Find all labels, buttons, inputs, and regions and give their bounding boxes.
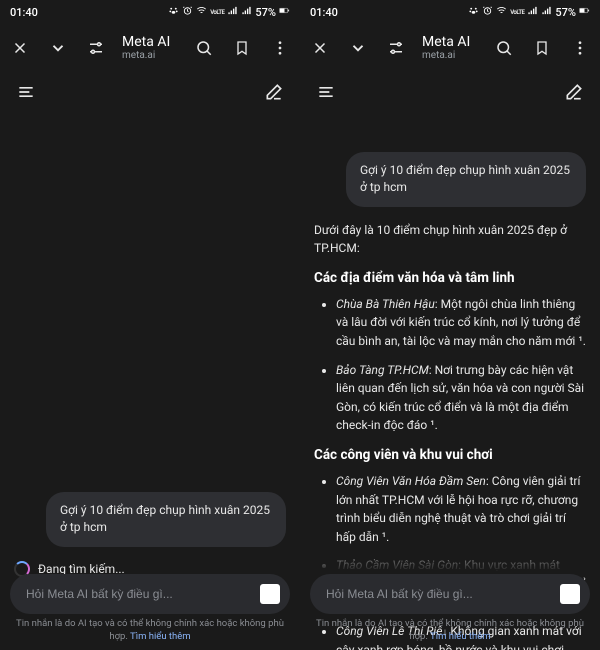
chat-content: Gợi ý 10 điểm đẹp chụp hình xuân 2025 ở …	[0, 112, 300, 650]
app-subtitle: meta.ai	[422, 50, 478, 62]
learn-more-link[interactable]: Tìm hiểu thêm	[130, 631, 191, 642]
chat-input-bar[interactable]	[310, 574, 590, 614]
item-name: Chùa Bà Thiên Hậu	[336, 297, 435, 311]
secondary-bar	[0, 72, 300, 112]
left-screenshot: 01:40 VoLTE 57%	[0, 0, 300, 650]
right-screenshot: 01:40 VoLTE 57% Meta AI meta.ai Gợi ý 10…	[300, 0, 600, 650]
title-block[interactable]: Meta AI meta.ai	[422, 34, 478, 62]
wifi-icon	[496, 5, 507, 19]
battery-icon	[279, 5, 290, 19]
menu-icon[interactable]	[14, 80, 38, 104]
app-subtitle: meta.ai	[122, 50, 178, 62]
alarm-icon	[482, 5, 493, 19]
chat-content[interactable]: Gợi ý 10 điểm đẹp chụp hình xuân 2025 ở …	[300, 112, 600, 650]
paw-icon	[468, 5, 479, 19]
title-block[interactable]: Meta AI meta.ai	[122, 34, 178, 62]
item-name: Công Viên Văn Hóa Đầm Sen	[336, 474, 486, 488]
app-title: Meta AI	[422, 34, 478, 50]
ai-section-heading: Các địa điểm văn hóa và tâm linh	[314, 268, 586, 289]
list-item: Bảo Tàng TP.HCM: Nơi trưng bày các hiện …	[336, 361, 586, 435]
compose-icon[interactable]	[262, 80, 286, 104]
chat-input[interactable]	[26, 587, 260, 601]
secondary-bar	[300, 72, 600, 112]
learn-more-link[interactable]: Tìm hiểu thêm	[430, 631, 491, 642]
more-icon[interactable]	[568, 36, 592, 60]
signal-icon	[527, 5, 538, 19]
ai-intro-text: Dưới đây là 10 điểm chụp hình xuân 2025 …	[314, 221, 586, 258]
status-bar: 01:40 VoLTE 57%	[0, 0, 300, 24]
paw-icon	[168, 5, 179, 19]
stop-button[interactable]	[560, 584, 580, 604]
signal-icon-2	[241, 5, 252, 19]
status-bar: 01:40 VoLTE 57%	[300, 0, 600, 24]
tune-icon[interactable]	[84, 36, 108, 60]
signal-icon	[227, 5, 238, 19]
chevron-down-icon[interactable]	[346, 36, 370, 60]
user-message-bubble[interactable]: Gợi ý 10 điểm đẹp chụp hình xuân 2025 ở …	[346, 152, 586, 207]
list-item: Chùa Bà Thiên Hậu: Một ngôi chùa linh th…	[336, 295, 586, 351]
ai-section-heading: Các công viên và khu vui chơi	[314, 445, 586, 466]
list-item: Công Viên Văn Hóa Đầm Sen: Công viên giả…	[336, 472, 586, 546]
app-bar: Meta AI meta.ai	[300, 24, 600, 72]
bookmark-icon[interactable]	[530, 36, 554, 60]
chat-input[interactable]	[326, 587, 560, 601]
compose-icon[interactable]	[562, 80, 586, 104]
item-name: Thảo Cầm Viên Sài Gòn	[336, 558, 458, 572]
app-bar: Meta AI meta.ai	[0, 24, 300, 72]
status-icons: VoLTE 57%	[168, 5, 290, 19]
close-icon[interactable]	[8, 36, 32, 60]
disclaimer: Tin nhắn là do AI tạo và có thể không ch…	[12, 618, 288, 644]
disclaimer: Tin nhắn là do AI tạo và có thể không ch…	[312, 618, 588, 644]
chevron-down-icon[interactable]	[46, 36, 70, 60]
battery-icon	[579, 5, 590, 19]
close-icon[interactable]	[308, 36, 332, 60]
stop-button[interactable]	[260, 584, 280, 604]
alarm-icon	[182, 5, 193, 19]
item-name: Bảo Tàng TP.HCM	[336, 363, 429, 377]
volte-icon: VoLTE	[510, 9, 524, 16]
volte-icon: VoLTE	[210, 9, 224, 16]
user-message-bubble[interactable]: Gợi ý 10 điểm đẹp chụp hình xuân 2025 ở …	[46, 492, 286, 547]
status-time: 01:40	[10, 6, 38, 19]
status-icons: VoLTE 57%	[468, 5, 590, 19]
search-icon[interactable]	[492, 36, 516, 60]
ai-list: Chùa Bà Thiên Hậu: Một ngôi chùa linh th…	[314, 295, 586, 435]
wifi-icon	[196, 5, 207, 19]
status-time: 01:40	[310, 6, 338, 19]
battery-percent: 57%	[555, 6, 576, 19]
tune-icon[interactable]	[384, 36, 408, 60]
app-title: Meta AI	[122, 34, 178, 50]
bookmark-icon[interactable]	[230, 36, 254, 60]
signal-icon-2	[541, 5, 552, 19]
more-icon[interactable]	[268, 36, 292, 60]
search-icon[interactable]	[192, 36, 216, 60]
menu-icon[interactable]	[314, 80, 338, 104]
chat-input-bar[interactable]	[10, 574, 290, 614]
battery-percent: 57%	[255, 6, 276, 19]
